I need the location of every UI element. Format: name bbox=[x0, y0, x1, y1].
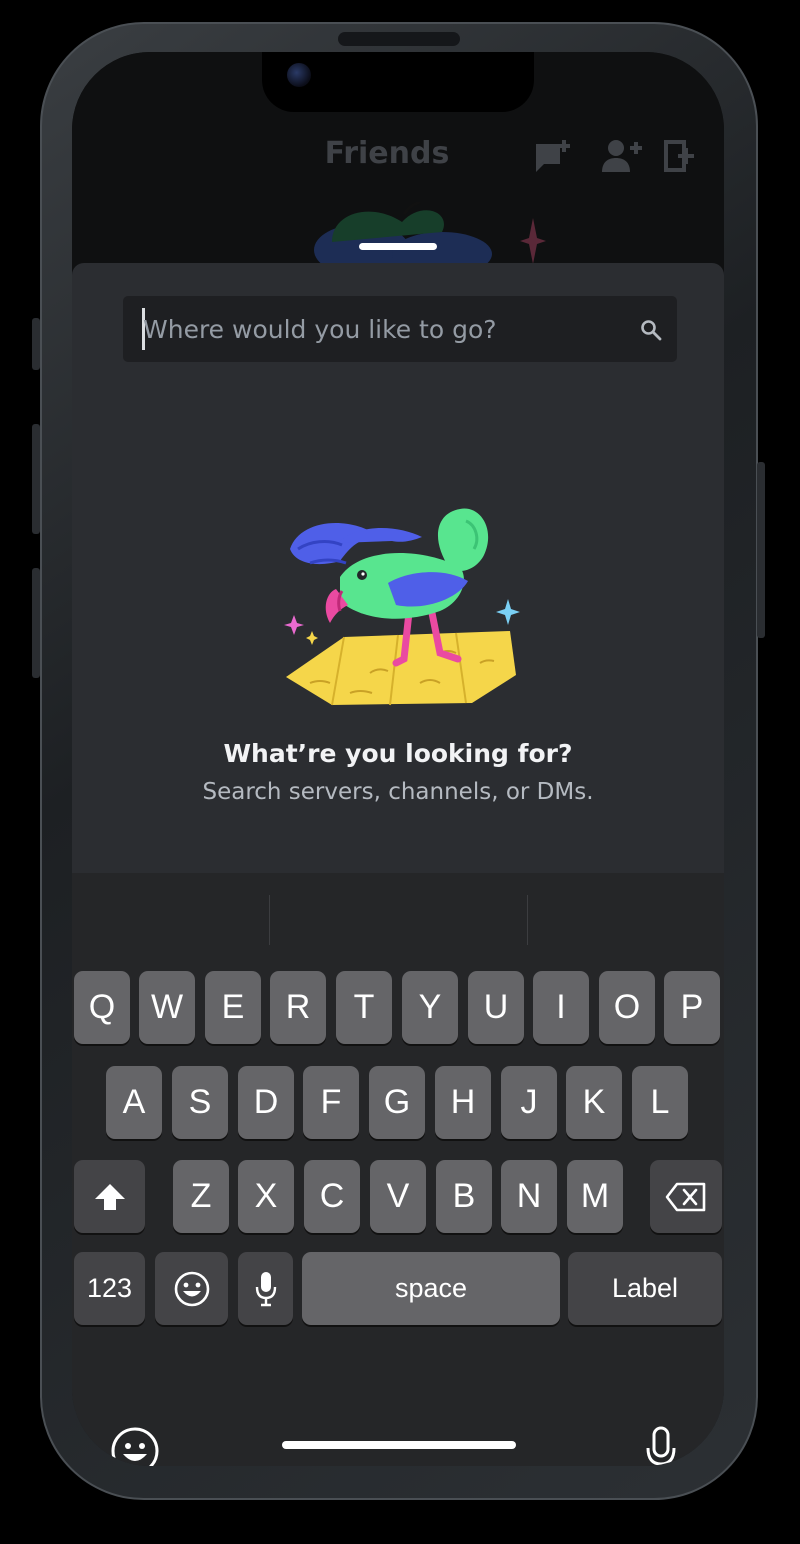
key-z[interactable]: Z bbox=[173, 1160, 229, 1233]
key-j[interactable]: J bbox=[501, 1066, 557, 1139]
key-u[interactable]: U bbox=[468, 971, 524, 1044]
keyboard: QWERTYUIOP ASDFGHJKL ZXCVBNM 123 space L… bbox=[72, 873, 724, 1466]
search-icon bbox=[641, 320, 662, 341]
emoji-key[interactable] bbox=[155, 1252, 228, 1325]
home-indicator bbox=[282, 1441, 516, 1449]
dictation-key[interactable] bbox=[238, 1252, 293, 1325]
emoji-icon bbox=[174, 1271, 209, 1306]
key-p[interactable]: P bbox=[664, 971, 720, 1044]
key-t[interactable]: T bbox=[336, 971, 392, 1044]
mute-switch bbox=[32, 318, 40, 370]
volume-up-button bbox=[32, 424, 40, 534]
friends-title: Friends bbox=[324, 136, 450, 171]
backspace-key[interactable] bbox=[650, 1160, 722, 1233]
bird-illustration bbox=[284, 508, 520, 706]
space-key[interactable]: space bbox=[302, 1252, 560, 1325]
key-b[interactable]: B bbox=[436, 1160, 492, 1233]
key-m[interactable]: M bbox=[567, 1160, 623, 1233]
sparkle-icon bbox=[520, 218, 546, 264]
key-g[interactable]: G bbox=[369, 1066, 425, 1139]
key-v[interactable]: V bbox=[370, 1160, 426, 1233]
front-camera bbox=[287, 63, 311, 87]
sheet-grabber[interactable] bbox=[359, 243, 437, 250]
dictation-mic-icon[interactable] bbox=[645, 1426, 677, 1466]
shift-key[interactable] bbox=[74, 1160, 145, 1233]
key-k[interactable]: K bbox=[566, 1066, 622, 1139]
prediction-divider bbox=[527, 895, 528, 945]
backspace-icon bbox=[665, 1182, 706, 1211]
key-i[interactable]: I bbox=[533, 971, 589, 1044]
shift-icon bbox=[94, 1183, 125, 1210]
key-o[interactable]: O bbox=[599, 971, 655, 1044]
numbers-key[interactable]: 123 bbox=[74, 1252, 145, 1325]
key-l[interactable]: L bbox=[632, 1066, 688, 1139]
key-d[interactable]: D bbox=[238, 1066, 294, 1139]
friends-illustration bbox=[314, 202, 492, 264]
dictation-icon bbox=[255, 1271, 276, 1306]
empty-state-subtitle: Search servers, channels, or DMs. bbox=[202, 779, 594, 805]
key-x[interactable]: X bbox=[238, 1160, 294, 1233]
emoji-switch-icon[interactable] bbox=[110, 1426, 160, 1466]
search-input[interactable] bbox=[143, 296, 613, 362]
key-f[interactable]: F bbox=[303, 1066, 359, 1139]
prediction-divider bbox=[269, 895, 270, 945]
add-server-icon[interactable] bbox=[662, 138, 698, 174]
screen: Friends Where would you like to go? What… bbox=[72, 52, 724, 1466]
key-e[interactable]: E bbox=[205, 971, 261, 1044]
empty-state-title: What’re you looking for? bbox=[223, 739, 573, 768]
key-a[interactable]: A bbox=[106, 1066, 162, 1139]
key-r[interactable]: R bbox=[270, 971, 326, 1044]
key-y[interactable]: Y bbox=[402, 971, 458, 1044]
search-bar[interactable] bbox=[123, 296, 677, 362]
key-s[interactable]: S bbox=[172, 1066, 228, 1139]
new-message-icon[interactable] bbox=[534, 138, 574, 174]
earpiece-speaker bbox=[338, 32, 460, 46]
power-button bbox=[757, 462, 765, 638]
key-w[interactable]: W bbox=[139, 971, 195, 1044]
key-q[interactable]: Q bbox=[74, 971, 130, 1044]
return-key[interactable]: Label bbox=[568, 1252, 722, 1325]
key-h[interactable]: H bbox=[435, 1066, 491, 1139]
volume-down-button bbox=[32, 568, 40, 678]
add-friend-icon[interactable] bbox=[600, 138, 644, 174]
key-c[interactable]: C bbox=[304, 1160, 360, 1233]
key-n[interactable]: N bbox=[501, 1160, 557, 1233]
